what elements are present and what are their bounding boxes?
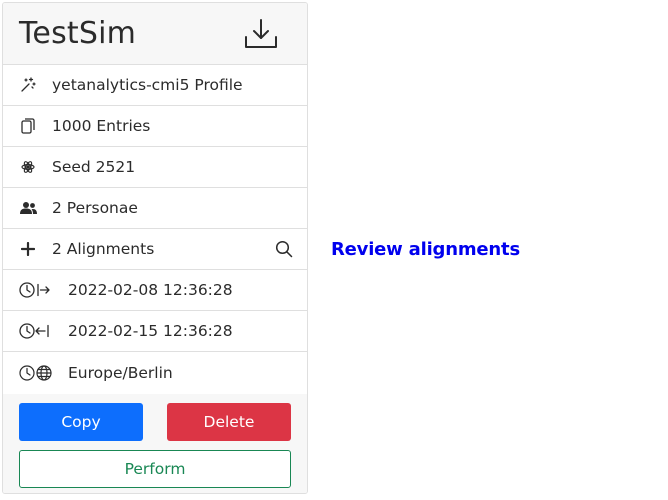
download-button[interactable]	[243, 16, 279, 52]
plus-icon	[19, 240, 37, 258]
profile-row: yetanalytics-cmi5 Profile	[3, 65, 307, 106]
card-header: TestSim	[3, 3, 307, 65]
card-title: TestSim	[19, 16, 137, 51]
clock-globe-icon	[19, 364, 53, 382]
alignments-label: 2 Alignments	[52, 240, 155, 258]
alignments-row: 2 Alignments	[3, 229, 307, 270]
seed-label: Seed 2521	[52, 158, 136, 176]
entries-label: 1000 Entries	[52, 117, 151, 135]
entries-row: 1000 Entries	[3, 106, 307, 147]
profile-label: yetanalytics-cmi5 Profile	[52, 76, 243, 94]
timezone-label: Europe/Berlin	[68, 363, 173, 382]
timezone-row: Europe/Berlin	[3, 352, 307, 393]
review-alignments-link[interactable]: Review alignments	[331, 239, 520, 260]
personae-row: 2 Personae	[3, 188, 307, 229]
perform-button[interactable]: Perform	[19, 450, 291, 488]
delete-button[interactable]: Delete	[167, 403, 291, 441]
start-time-label: 2022-02-08 12:36:28	[68, 281, 233, 299]
clock-end-icon	[19, 322, 53, 340]
end-time-label: 2022-02-15 12:36:28	[68, 322, 233, 340]
seed-row: Seed 2521	[3, 147, 307, 188]
end-time-row: 2022-02-15 12:36:28	[3, 311, 307, 352]
personae-label: 2 Personae	[52, 199, 138, 217]
simulation-card: TestSim yetanalytics-cmi5 Profile 1000 E…	[2, 2, 308, 494]
people-icon	[19, 199, 37, 217]
search-icon[interactable]	[275, 240, 293, 258]
download-icon	[245, 18, 277, 48]
card-footer: Copy Delete Perform	[3, 394, 307, 493]
clock-start-icon	[19, 281, 53, 299]
copy-pages-icon	[19, 117, 37, 135]
start-time-row: 2022-02-08 12:36:28	[3, 270, 307, 311]
copy-button[interactable]: Copy	[19, 403, 143, 441]
atom-icon	[19, 158, 37, 176]
magic-wand-icon	[19, 76, 37, 94]
